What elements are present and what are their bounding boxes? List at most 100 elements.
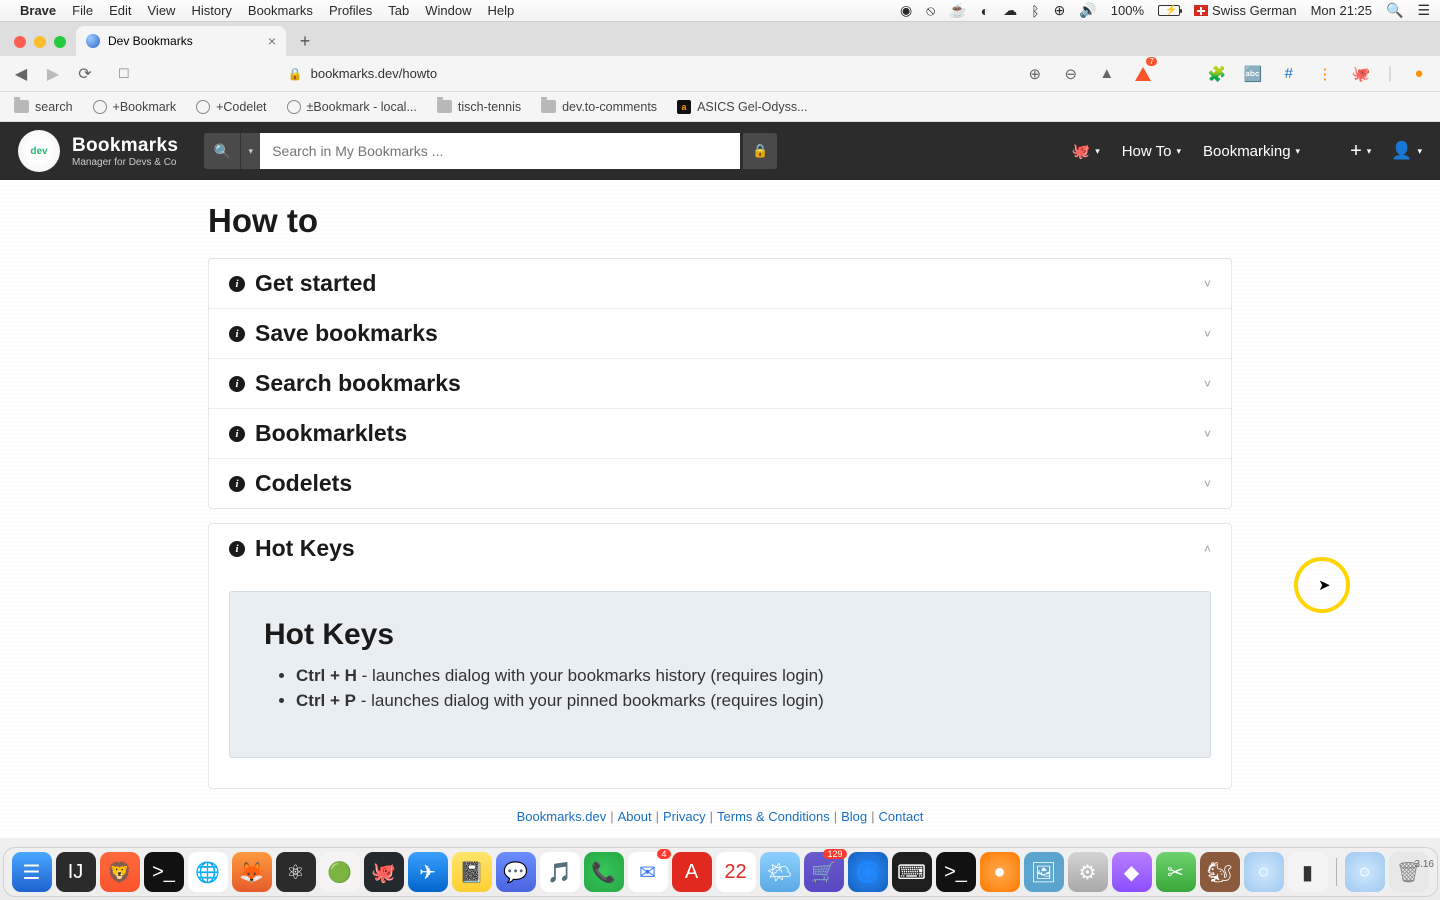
close-window-icon[interactable]: [14, 36, 26, 48]
dock-app[interactable]: ✂: [1156, 852, 1196, 892]
bluetooth-icon[interactable]: ᛒ: [1031, 3, 1039, 19]
menu-window[interactable]: Window: [425, 3, 471, 18]
bookmark-item[interactable]: dev.to-comments: [541, 100, 657, 114]
accordion-header[interactable]: iBookmarklets˅: [209, 409, 1231, 458]
menuextra-icon[interactable]: ◉: [900, 2, 912, 19]
github-link[interactable]: 🐙▾: [1072, 142, 1100, 160]
volume-icon[interactable]: 🔊: [1079, 2, 1096, 19]
extension-icon[interactable]: ⋮: [1316, 65, 1334, 83]
bookmark-star-icon[interactable]: ☐: [118, 66, 130, 82]
dock-app[interactable]: 🌤: [760, 852, 800, 892]
user-dropdown[interactable]: 👤▾: [1391, 141, 1422, 161]
add-to-icon[interactable]: ⊕: [1026, 65, 1044, 83]
bookmark-item[interactable]: search: [14, 100, 73, 114]
dock-app[interactable]: 🌐: [188, 852, 228, 892]
bookmark-item[interactable]: +Bookmark: [93, 100, 177, 114]
footer-link[interactable]: About: [618, 809, 652, 824]
extension-icon[interactable]: 🔤: [1244, 65, 1262, 83]
wifi-icon[interactable]: ⊕: [1054, 2, 1066, 19]
dock-app[interactable]: ☰: [12, 852, 52, 892]
menuextra-icon[interactable]: ⦸: [926, 2, 935, 19]
dock-app[interactable]: 📓: [452, 852, 492, 892]
dock-app[interactable]: 💬: [496, 852, 536, 892]
footer-link[interactable]: Bookmarks.dev: [517, 809, 607, 824]
spotlight-icon[interactable]: 🔍: [1386, 2, 1403, 19]
dock-app[interactable]: 🌀: [848, 852, 888, 892]
accordion-header[interactable]: iCodelets˅: [209, 459, 1231, 508]
dock-app[interactable]: 🐿: [1200, 852, 1240, 892]
zoom-window-icon[interactable]: [54, 36, 66, 48]
search-lock-button[interactable]: 🔒: [743, 133, 777, 169]
close-tab-icon[interactable]: ×: [268, 33, 276, 49]
menu-file[interactable]: File: [72, 3, 93, 18]
menu-help[interactable]: Help: [488, 3, 515, 18]
extension-icon[interactable]: 🐙: [1352, 65, 1370, 83]
extension-icon[interactable]: #: [1280, 65, 1298, 83]
dock-app[interactable]: ○: [1345, 852, 1385, 892]
menu-edit[interactable]: Edit: [109, 3, 131, 18]
bookmark-item[interactable]: tisch-tennis: [437, 100, 521, 114]
back-button[interactable]: ◀: [12, 65, 30, 83]
accordion-header-hotkeys[interactable]: i Hot Keys ˄: [209, 524, 1231, 573]
dock-app[interactable]: ⚙: [1068, 852, 1108, 892]
menubar-app-name[interactable]: Brave: [20, 3, 56, 18]
menuextra-icon[interactable]: ◐: [981, 3, 989, 19]
browser-tab[interactable]: Dev Bookmarks ×: [76, 26, 286, 56]
dock-app[interactable]: 🎵: [540, 852, 580, 892]
dock-app[interactable]: ○: [1244, 852, 1284, 892]
menu-history[interactable]: History: [191, 3, 231, 18]
menuextra-icon[interactable]: ☁: [1003, 2, 1017, 19]
bookmark-item[interactable]: +Codelet: [196, 100, 266, 114]
bookmarking-dropdown[interactable]: Bookmarking▾: [1203, 143, 1300, 160]
dock-app[interactable]: A: [672, 852, 712, 892]
dock-app[interactable]: 🗑: [1389, 852, 1429, 892]
dock-app[interactable]: ✈: [408, 852, 448, 892]
footer-link[interactable]: Terms & Conditions: [717, 809, 830, 824]
footer-link[interactable]: Contact: [879, 809, 924, 824]
brave-shield-icon[interactable]: 7: [1134, 65, 1152, 83]
brand[interactable]: dev Bookmarks Manager for Devs & Co: [18, 130, 178, 172]
dock-app[interactable]: ◆: [1112, 852, 1152, 892]
dock-app[interactable]: 🐙: [364, 852, 404, 892]
accordion-header[interactable]: iSearch bookmarks˅: [209, 359, 1231, 408]
control-center-icon[interactable]: ☰: [1417, 2, 1430, 19]
footer-link[interactable]: Privacy: [663, 809, 706, 824]
menu-profiles[interactable]: Profiles: [329, 3, 372, 18]
brave-rewards-icon[interactable]: ▲: [1098, 65, 1116, 83]
dock-app[interactable]: >_: [936, 852, 976, 892]
search-input[interactable]: [260, 133, 740, 169]
menu-view[interactable]: View: [148, 3, 176, 18]
dock-app[interactable]: ✉4: [628, 852, 668, 892]
menu-bookmarks[interactable]: Bookmarks: [248, 3, 313, 18]
profile-icon[interactable]: ●: [1410, 65, 1428, 83]
zoom-icon[interactable]: ⊖: [1062, 65, 1080, 83]
minimize-window-icon[interactable]: [34, 36, 46, 48]
footer-link[interactable]: Blog: [841, 809, 867, 824]
search-scope-dropdown[interactable]: ▾: [240, 133, 260, 169]
battery-icon[interactable]: ⚡: [1158, 5, 1180, 16]
dock-app[interactable]: 🦊: [232, 852, 272, 892]
docker-icon[interactable]: ☕: [949, 2, 966, 19]
dock-app[interactable]: ▮: [1288, 852, 1328, 892]
dock-app[interactable]: 🦁: [100, 852, 140, 892]
extension-icon[interactable]: 🧩: [1208, 65, 1226, 83]
accordion-header[interactable]: iSave bookmarks˅: [209, 309, 1231, 358]
dock-app[interactable]: >_: [144, 852, 184, 892]
menu-tab[interactable]: Tab: [388, 3, 409, 18]
reload-button[interactable]: ⟳: [76, 65, 94, 83]
bookmark-item[interactable]: ±Bookmark - local...: [287, 100, 417, 114]
howto-dropdown[interactable]: How To▾: [1122, 143, 1181, 160]
input-source[interactable]: Swiss German: [1194, 3, 1297, 18]
add-dropdown[interactable]: +▾: [1350, 140, 1371, 163]
dock-app[interactable]: 🛒129: [804, 852, 844, 892]
dock-app[interactable]: ⚛: [276, 852, 316, 892]
address-bar[interactable]: ☐ 🔒 bookmarks.dev/howto: [108, 66, 1012, 82]
dock-app[interactable]: 22: [716, 852, 756, 892]
search-button[interactable]: 🔍: [204, 133, 240, 169]
dock-app[interactable]: IJ: [56, 852, 96, 892]
bookmark-item[interactable]: aASICS Gel-Odyss...: [677, 100, 807, 114]
accordion-header[interactable]: iGet started˅: [209, 259, 1231, 308]
dock-app[interactable]: ⌨: [892, 852, 932, 892]
dock-app[interactable]: 🟢: [320, 852, 360, 892]
dock-app[interactable]: ●: [980, 852, 1020, 892]
